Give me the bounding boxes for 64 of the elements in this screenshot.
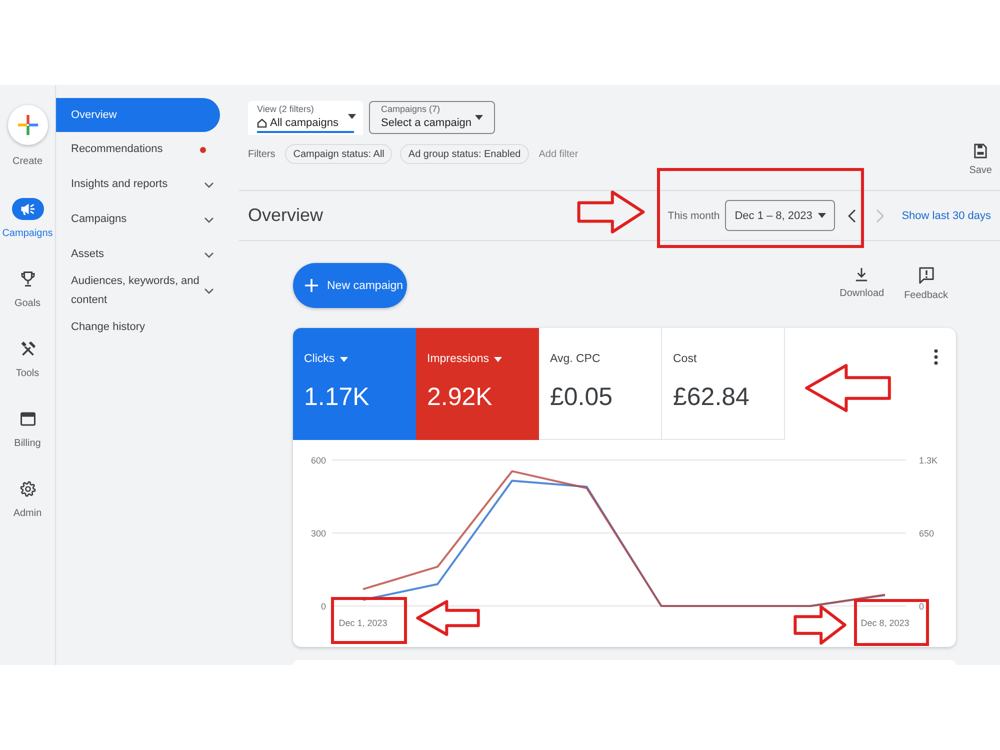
- date-range-dropdown[interactable]: Dec 1 – 8, 2023: [724, 200, 835, 231]
- date-shortcut-link[interactable]: Show last 30 days: [902, 210, 991, 222]
- more-icon: [934, 349, 938, 365]
- nav-item[interactable]: Insights and reports: [56, 167, 220, 202]
- previous-period-button[interactable]: [848, 208, 856, 222]
- axis-date-label: Dec 1, 2023: [338, 618, 388, 628]
- create-button[interactable]: Create: [8, 105, 48, 168]
- nav-item[interactable]: Assets: [56, 237, 220, 272]
- metric-tile[interactable]: Cost £62.84: [662, 328, 785, 440]
- rail-nav-item[interactable]: Tools: [0, 337, 56, 407]
- nav-item[interactable]: Change history: [56, 310, 220, 345]
- caret-down-icon: [494, 356, 502, 362]
- page-title: Overview: [248, 205, 324, 226]
- caret-down-icon: [475, 115, 483, 120]
- rail-nav-item[interactable]: Goals: [0, 267, 56, 337]
- download-button[interactable]: Download: [840, 267, 884, 301]
- axis-tick-label: 1.3K: [919, 456, 938, 466]
- caret-down-icon: [348, 114, 356, 119]
- axis-tick-label: 300: [310, 528, 326, 538]
- save-icon: [974, 143, 988, 159]
- card-icon: [18, 410, 36, 428]
- new-campaign-button[interactable]: New campaign: [293, 263, 407, 308]
- metric-tile[interactable]: Avg. CPC £0.05: [539, 328, 662, 440]
- chevron-right-icon: [876, 208, 884, 222]
- tools-icon: [18, 340, 36, 358]
- rail-nav-item[interactable]: Campaigns: [0, 197, 56, 267]
- axis-tick-label: 0: [320, 602, 326, 612]
- axis-tick-label: 600: [310, 456, 326, 466]
- more-options-button[interactable]: [934, 349, 938, 365]
- plus-icon: [8, 105, 48, 145]
- download-icon: [855, 267, 868, 282]
- nav-item[interactable]: Overview: [56, 98, 220, 132]
- filter-chip[interactable]: Campaign status: All: [285, 144, 392, 164]
- caret-down-icon: [340, 356, 348, 362]
- date-preset-label: This month: [668, 210, 720, 222]
- annotation-arrow: [576, 189, 646, 235]
- gear-icon: [18, 480, 36, 498]
- annotation-arrow: [793, 604, 847, 646]
- caret-down-icon: [818, 213, 826, 218]
- rail-nav-item[interactable]: Billing: [0, 407, 56, 477]
- feedback-button[interactable]: Feedback: [904, 267, 948, 301]
- axis-tick-label: 650: [919, 528, 934, 538]
- add-filter-button[interactable]: Add filter: [538, 148, 578, 160]
- metric-tile[interactable]: Impressions 2.92K: [416, 328, 539, 440]
- trophy-icon: [18, 270, 36, 288]
- filter-chip[interactable]: Ad group status: Enabled: [400, 144, 529, 164]
- save-button[interactable]: Save: [969, 143, 992, 176]
- metric-tile[interactable]: Clicks 1.17K: [293, 328, 416, 440]
- axis-tick-label: 0: [919, 602, 924, 612]
- nav-item[interactable]: Audiences, keywords, and content: [56, 272, 220, 310]
- alert-dot-icon: [200, 146, 206, 152]
- home-icon: [257, 118, 267, 128]
- annotation-arrow: [415, 599, 481, 637]
- feedback-icon: [918, 267, 934, 284]
- rail-nav-item[interactable]: Admin: [0, 477, 56, 547]
- chevron-left-icon: [848, 208, 856, 222]
- plus-icon: [305, 279, 318, 292]
- axis-date-label: Dec 8, 2023: [860, 618, 910, 628]
- filters-label: Filters: [248, 148, 276, 160]
- campaign-dropdown[interactable]: Campaigns (7) Select a campaign: [369, 101, 495, 134]
- nav-item[interactable]: Recommendations: [56, 132, 220, 167]
- view-dropdown[interactable]: View (2 filters) All campaigns: [248, 101, 363, 135]
- nav-item[interactable]: Campaigns: [56, 202, 220, 237]
- megaphone-icon: [12, 198, 44, 220]
